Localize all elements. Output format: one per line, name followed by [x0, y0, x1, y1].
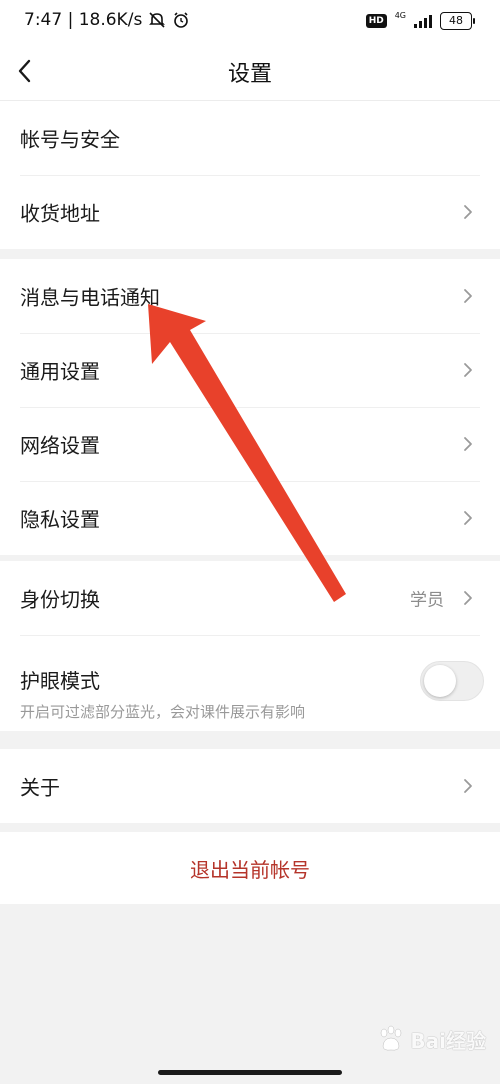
status-bar: 7:47 | 18.6K/s HD 4G 48 [0, 0, 500, 44]
alarm-off-icon [149, 12, 166, 28]
page-title: 设置 [227, 62, 272, 87]
settings-row-identity-switch[interactable]: 身份切换 学员 [0, 561, 500, 635]
settings-group-general: 消息与电话通知 通用设置 网络设置 隐私设置 [0, 259, 500, 555]
signal-icon [414, 14, 432, 28]
row-label: 消息与电话通知 [20, 285, 160, 310]
hd-badge: HD [365, 14, 387, 28]
settings-group-account: 帐号与安全 收货地址 [0, 101, 500, 249]
watermark: Bai经验 [376, 1024, 486, 1054]
settings-row-shipping-address[interactable]: 收货地址 [0, 175, 500, 249]
network-type: 4G [394, 10, 406, 20]
row-label: 隐私设置 [20, 507, 100, 532]
chevron-right-icon [464, 437, 472, 451]
row-label: 帐号与安全 [20, 127, 120, 152]
chevron-right-icon [464, 779, 472, 793]
settings-row-notifications[interactable]: 消息与电话通知 [0, 259, 500, 333]
row-label: 护眼模式 [20, 669, 100, 693]
row-label: 网络设置 [20, 433, 100, 458]
settings-row-network-settings[interactable]: 网络设置 [0, 407, 500, 481]
status-time-speed: 7:47 | 18.6K/s [24, 10, 143, 30]
row-description: 开启可过滤部分蓝光，会对课件展示有影响 [20, 703, 306, 721]
row-label: 收货地址 [20, 201, 100, 226]
row-label: 关于 [20, 775, 60, 800]
row-label: 身份切换 [20, 587, 100, 612]
settings-row-about[interactable]: 关于 [0, 749, 500, 823]
logout-button[interactable]: 退出当前帐号 [0, 832, 500, 904]
settings-row-eye-care-mode: 护眼模式 开启可过滤部分蓝光，会对课件展示有影响 [0, 635, 500, 731]
header: 设置 [0, 44, 500, 101]
chevron-right-icon [464, 511, 472, 525]
settings-group-about: 关于 [0, 749, 500, 823]
chevron-right-icon [464, 591, 472, 605]
chevron-right-icon [464, 205, 472, 219]
paw-logo-icon [381, 1025, 402, 1051]
eye-care-toggle[interactable] [420, 661, 484, 701]
settings-row-account-security[interactable]: 帐号与安全 [0, 101, 500, 175]
toggle-knob [424, 665, 456, 697]
row-label: 通用设置 [20, 359, 100, 384]
status-left: 7:47 | 18.6K/s [24, 10, 190, 30]
chevron-right-icon [464, 363, 472, 377]
identity-value: 学员 [410, 590, 444, 611]
battery-icon: 48 [440, 12, 475, 30]
home-indicator[interactable] [158, 1070, 342, 1075]
watermark-text: Bai经验 [410, 1028, 486, 1053]
alarm-clock-icon [174, 12, 189, 28]
settings-row-privacy-settings[interactable]: 隐私设置 [0, 481, 500, 555]
status-right: HD 4G 48 [365, 10, 475, 30]
settings-group-identity: 身份切换 学员 护眼模式 开启可过滤部分蓝光，会对课件展示有影响 [0, 561, 500, 731]
settings-row-general-settings[interactable]: 通用设置 [0, 333, 500, 407]
chevron-right-icon [464, 289, 472, 303]
logout-label: 退出当前帐号 [190, 858, 310, 882]
